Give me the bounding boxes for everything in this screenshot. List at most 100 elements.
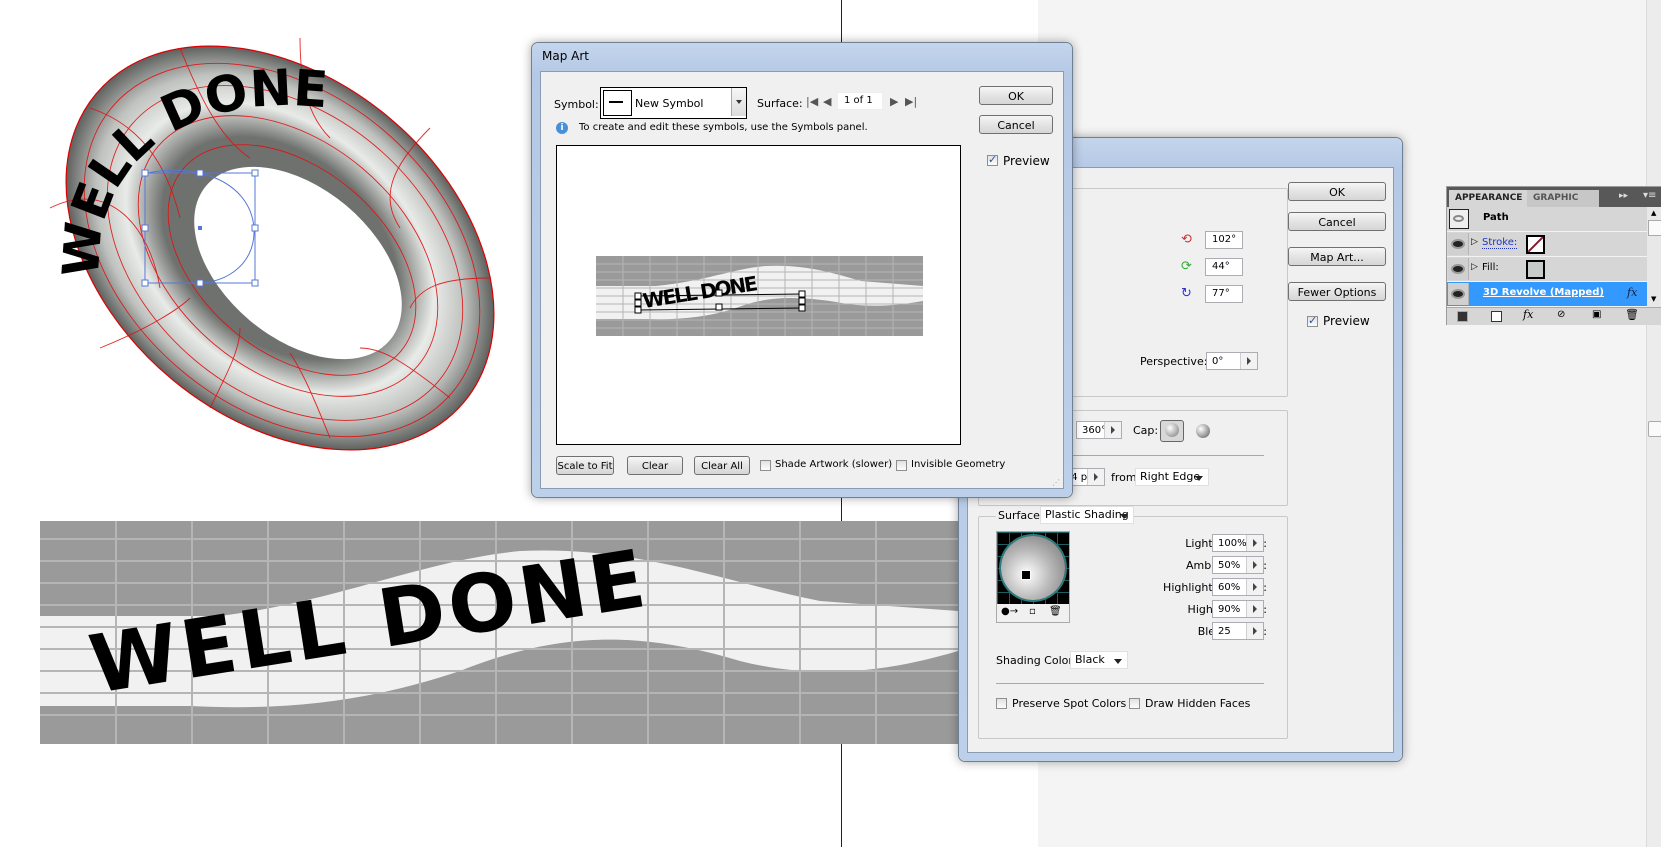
rotate-y-axis-icon: ⟳ [1181, 259, 1192, 274]
new-light-icon[interactable]: ▫ [1029, 606, 1036, 617]
scroll-down-arrow[interactable]: ▼ [1651, 295, 1656, 303]
map-art-symbol-artwork[interactable]: WELL DONE [40, 521, 958, 744]
object-type-label: Path [1483, 212, 1509, 223]
last-surface-button[interactable]: ▶| [905, 95, 917, 108]
shade-artwork-checkbox[interactable] [760, 460, 771, 471]
vertical-scrollbar[interactable] [1646, 0, 1661, 847]
lighting-sphere-widget[interactable]: ●→ ▫ 🗑 [996, 531, 1070, 623]
scale-to-fit-button[interactable]: Scale to Fit [556, 456, 614, 475]
fill-label[interactable]: Fill: [1482, 262, 1499, 273]
shading-color-label: Shading Color: [996, 654, 1077, 667]
map-art-preview-checkbox[interactable] [987, 153, 998, 166]
next-surface-button[interactable]: ▶ [890, 95, 898, 108]
preserve-spot-colors-checkbox[interactable] [996, 698, 1007, 709]
surface-label: Surface: [757, 97, 803, 110]
fx-badge-icon: fx [1627, 286, 1638, 299]
preserve-spot-colors-label: Preserve Spot Colors [1012, 697, 1127, 710]
draw-hidden-faces-checkbox[interactable] [1129, 698, 1140, 709]
x-axis-rotation-field[interactable]: 102° [1205, 231, 1243, 249]
angle-field[interactable]: 360° [1076, 421, 1122, 439]
effect-label[interactable]: 3D Revolve (Mapped) [1483, 287, 1604, 298]
ok-button[interactable]: OK [1288, 182, 1386, 201]
map-art-preview-canvas[interactable]: WELL DONE [556, 145, 961, 445]
map-art-preview-label: Preview [1003, 154, 1050, 168]
ambient-light-field[interactable]: 50% [1212, 556, 1264, 574]
separator [996, 683, 1264, 684]
duplicate-item-icon[interactable]: ▣ [1592, 309, 1601, 320]
invisible-geometry-label: Invisible Geometry [911, 459, 1006, 470]
invisible-geometry-checkbox[interactable] [896, 460, 907, 471]
symbol-thumbnail [603, 90, 632, 116]
highlight-intensity-field[interactable]: 60% [1212, 578, 1264, 596]
from-label: from [1111, 471, 1137, 484]
add-new-stroke-icon[interactable] [1491, 311, 1502, 322]
panel-menu-icon[interactable]: ▾≡ [1643, 190, 1656, 201]
clear-appearance-icon[interactable]: ⊘ [1557, 309, 1565, 320]
from-edge-dropdown[interactable]: Right Edge [1135, 468, 1209, 486]
appearance-row-path[interactable]: Path [1447, 207, 1647, 232]
appearance-row-stroke[interactable]: ▷ Stroke: [1447, 232, 1647, 257]
previous-surface-button[interactable]: ◀ [823, 95, 831, 108]
disclosure-triangle-icon[interactable]: ▷ [1471, 262, 1478, 272]
cancel-button[interactable]: Cancel [1288, 212, 1386, 231]
y-axis-rotation-field[interactable]: 44° [1205, 258, 1243, 276]
move-light-to-back-icon[interactable]: ●→ [1001, 606, 1018, 617]
revolve-preview-checkbox[interactable] [1307, 314, 1318, 327]
map-art-button[interactable]: Map Art... [1288, 247, 1386, 266]
visibility-eye-icon[interactable] [1448, 233, 1469, 255]
panel-scrollbar[interactable]: ▲ ▼ [1647, 207, 1661, 307]
stroke-none-swatch[interactable] [1526, 235, 1545, 254]
torus-artwork[interactable]: WELL DONE [30, 28, 510, 458]
fill-color-swatch[interactable] [1526, 260, 1545, 279]
map-art-dialog: Map Art Symbol: New Symbol Surface: |◀ ◀… [531, 42, 1073, 498]
blend-steps-field[interactable]: 25 [1212, 622, 1264, 640]
cap-off-button[interactable] [1196, 424, 1210, 438]
surface-label: Surface: [996, 509, 1046, 522]
delete-light-icon[interactable]: 🗑 [1049, 606, 1062, 617]
disclosure-triangle-icon[interactable]: ▷ [1471, 237, 1478, 247]
add-new-effect-icon[interactable]: fx [1523, 308, 1533, 321]
cap-label: Cap: [1133, 424, 1159, 437]
panel-tab-bar: APPEARANCE GRAPHIC STY ▸▸ ▾≡ [1447, 187, 1661, 207]
cap-on-button[interactable] [1160, 420, 1184, 442]
highlight-size-field[interactable]: 90% [1212, 600, 1264, 618]
panel-footer-toolbar: fx ⊘ ▣ 🗑 [1447, 307, 1661, 325]
clear-all-button[interactable]: Clear All [694, 456, 750, 475]
resize-grip[interactable]: ⋰ [1052, 478, 1060, 487]
z-axis-rotation-field[interactable]: 77° [1205, 285, 1243, 303]
perspective-field[interactable]: 0° [1206, 352, 1258, 370]
new-art-basic-appearance-icon[interactable] [1457, 311, 1468, 322]
tab-graphic-styles[interactable]: GRAPHIC STY [1527, 190, 1599, 207]
scrollbar-thumb[interactable] [1648, 421, 1661, 437]
info-icon: i [556, 122, 568, 134]
visibility-eye-icon[interactable] [1448, 283, 1469, 305]
clear-button[interactable]: Clear [627, 456, 683, 475]
first-surface-button[interactable]: |◀ [806, 95, 818, 108]
info-text: To create and edit these symbols, use th… [579, 122, 868, 133]
rotate-x-axis-icon: ⟲ [1181, 232, 1192, 247]
fewer-options-button[interactable]: Fewer Options [1288, 282, 1386, 301]
symbol-dropdown[interactable]: New Symbol [600, 87, 747, 119]
appearance-row-3d-revolve[interactable]: 3D Revolve (Mapped) fx [1447, 282, 1647, 307]
appearance-row-fill[interactable]: ▷ Fill: [1447, 257, 1647, 282]
shading-color-dropdown[interactable]: Black [1070, 651, 1128, 669]
surface-number-field[interactable]: 1 of 1 [837, 92, 883, 110]
rotate-z-axis-icon: ↻ [1181, 286, 1192, 301]
draw-hidden-faces-label: Draw Hidden Faces [1145, 697, 1251, 710]
cancel-button[interactable]: Cancel [979, 115, 1053, 134]
panel-scroll-thumb[interactable] [1648, 220, 1661, 236]
shade-artwork-label: Shade Artwork (slower) [775, 459, 893, 470]
delete-item-icon[interactable]: 🗑 [1625, 308, 1639, 321]
scroll-up-arrow[interactable]: ▲ [1651, 209, 1656, 217]
collapse-panel-icon[interactable]: ▸▸ [1619, 191, 1628, 201]
visibility-eye-icon[interactable] [1448, 258, 1469, 280]
surface-dropdown[interactable]: Plastic Shading [1040, 506, 1134, 524]
light-intensity-field[interactable]: 100% [1212, 534, 1264, 552]
ok-button[interactable]: OK [979, 86, 1053, 105]
tab-appearance[interactable]: APPEARANCE [1449, 190, 1529, 207]
stroke-label[interactable]: Stroke: [1482, 237, 1518, 249]
light-source-handle[interactable] [1021, 570, 1031, 580]
surface-map-preview: WELL DONE [596, 256, 923, 336]
revolve-preview-label: Preview [1323, 314, 1370, 328]
object-thumbnail [1449, 209, 1469, 229]
